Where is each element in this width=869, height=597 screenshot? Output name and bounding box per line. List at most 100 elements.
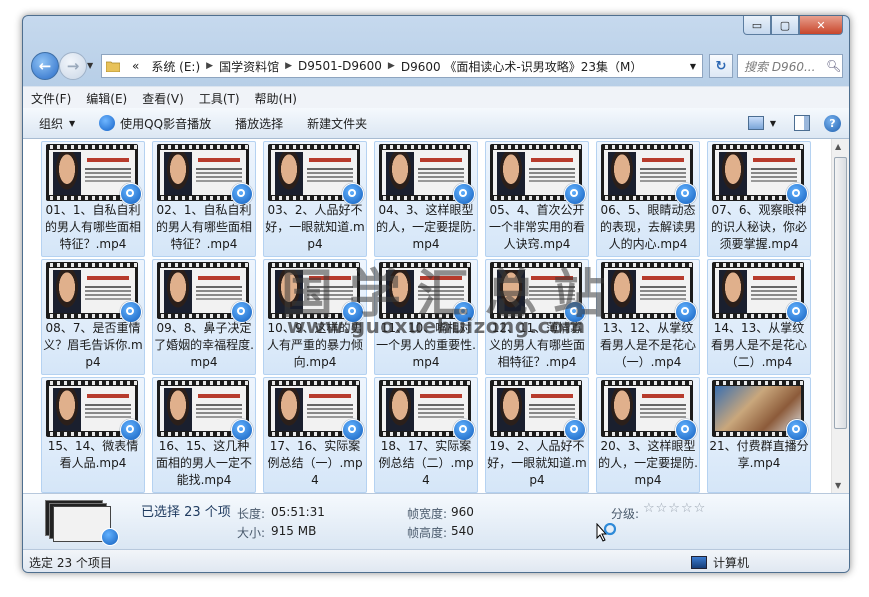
qq-player-icon [99,115,116,131]
frame-height-label: 帧高度: [407,526,448,540]
details-pane: 已选择 23 个项 长度: 05:51:31 大小: 915 MB 帧宽度: 9… [23,493,849,550]
chevron-down-icon: ▼ [69,118,76,128]
file-item[interactable]: 10、9、这样的男人有严重的暴力倾向.mp4 [263,259,367,375]
play-selection-button[interactable]: 播放选择 [219,115,291,132]
rating-stars[interactable]: ☆☆☆☆☆ [643,501,706,516]
frame-width-label: 帧宽度: [407,507,448,521]
file-name: 02、1、自私自利的男人有哪些面相特征？.mp4 [155,203,252,251]
forward-button[interactable]: → [59,52,87,80]
file-name: 12、11、薄情寡义的男人有哪些面相特征？.mp4 [488,321,585,369]
file-item[interactable]: 21、付费群直播分享.mp4 [707,377,811,493]
menu-tools[interactable]: 工具(T) [191,90,247,107]
address-bar[interactable]: « 系统 (E:) ▶ 国学资料馆 ▶ D9501-D9600 ▶ D9600 … [101,54,703,78]
frame-height-value: 540 [451,524,474,538]
breadcrumb-separator-icon[interactable]: ▶ [388,61,395,71]
scroll-up-icon[interactable]: ▲ [835,142,841,151]
file-name: 13、12、从掌纹看男人是不是花心（一）.mp4 [599,321,696,369]
file-name: 03、2、人品好不好，一眼就知道.mp4 [265,203,365,251]
file-item[interactable]: 18、17、实际案例总结（二）.mp4 [374,377,478,493]
file-item[interactable]: 16、15、这几种面相的男人一定不能找.mp4 [152,377,256,493]
help-icon[interactable]: ? [824,114,841,132]
breadcrumb-separator-icon[interactable]: ▶ [206,61,213,71]
menu-file[interactable]: 文件(F) [23,90,78,107]
status-bar: 选定 23 个项目 计算机 [23,549,849,572]
file-item[interactable]: 09、8、鼻子决定了婚姻的幸福程度.mp4 [152,259,256,375]
file-item[interactable]: 13、12、从掌纹看男人是不是花心（一）.mp4 [596,259,700,375]
file-item[interactable]: 07、6、观察眼神的识人秘诀，你必须要掌握.mp4 [707,141,811,257]
breadcrumb-folder-2[interactable]: D9501-D9600 [292,59,388,73]
file-name: 08、7、是否重情义？眉毛告诉你.mp4 [43,321,143,369]
file-item[interactable]: 05、4、首次公开一个非常实用的看人诀窍.mp4 [485,141,589,257]
breadcrumb-drive[interactable]: 系统 (E:) [145,58,206,75]
breadcrumb-folder-1[interactable]: 国学资料馆 [213,58,285,75]
file-name: 15、14、微表情看人品.mp4 [47,439,139,470]
breadcrumb-current-folder[interactable]: D9600 《面相读心术-识男攻略》23集（M） [395,58,649,75]
menu-help[interactable]: 帮助(H) [247,90,304,107]
minimize-button[interactable]: ▭ [743,16,771,35]
file-list-pane[interactable]: 01、1、自私自利的男人有哪些面相特征？.mp4 02、1、自私自利的男人有哪些面… [23,139,849,493]
back-button[interactable]: ← [31,52,59,80]
file-item[interactable]: 03、2、人品好不好，一眼就知道.mp4 [263,141,367,257]
length-label: 长度: [237,507,266,521]
file-item[interactable]: 12、11、薄情寡义的男人有哪些面相特征？.mp4 [485,259,589,375]
file-name: 04、3、这样眼型的人，一定要提防.mp4 [376,203,476,251]
file-item[interactable]: 15、14、微表情看人品.mp4 [41,377,145,493]
size-label: 大小: [237,526,266,540]
command-bar: 组织 ▼ 使用QQ影音播放 播放选择 新建文件夹 ▼ ? [23,108,849,139]
search-placeholder: 搜索 D960... [744,59,816,74]
file-name: 14、13、从掌纹看男人是不是花心（二）.mp4 [710,321,807,369]
file-item[interactable]: 19、2、人品好不好，一眼就知道.mp4 [485,377,589,493]
file-name: 19、2、人品好不好，一眼就知道.mp4 [487,439,587,487]
file-item[interactable]: 06、5、眼睛动态的表现，去解读男人的内心.mp4 [596,141,700,257]
qq-play-label: 使用QQ影音播放 [120,116,212,131]
file-name: 10、9、这样的男人有严重的暴力倾向.mp4 [266,321,363,369]
scrollbar-thumb[interactable] [834,157,847,429]
address-dropdown-icon[interactable]: ▼ [690,62,696,71]
status-selection-text: 选定 23 个项目 [29,556,112,570]
rating-label: 分级: [611,507,640,521]
preview-pane-icon[interactable] [794,115,810,131]
menu-edit[interactable]: 编辑(E) [78,90,134,107]
file-item[interactable]: 14、13、从掌纹看男人是不是花心（二）.mp4 [707,259,811,375]
computer-icon [691,556,707,569]
address-overflow-chevron[interactable]: « [126,59,145,73]
refresh-button[interactable]: ↻ [709,54,733,78]
menu-bar: 文件(F) 编辑(E) 查看(V) 工具(T) 帮助(H) [23,86,849,109]
explorer-window: ▭ ▢ ✕ ← → ▼ « 系统 (E:) ▶ 国学资料馆 ▶ D9501-D9… [22,15,850,573]
length-value: 05:51:31 [271,505,325,519]
file-item[interactable]: 17、16、实际案例总结（一）.mp4 [263,377,367,493]
file-item[interactable]: 08、7、是否重情义？眉毛告诉你.mp4 [41,259,145,375]
file-item[interactable]: 11、10、嘴相对一个男人的重要性.mp4 [374,259,478,375]
file-item[interactable]: 04、3、这样眼型的人，一定要提防.mp4 [374,141,478,257]
file-item[interactable]: 01、1、自私自利的男人有哪些面相特征？.mp4 [41,141,145,257]
vertical-scrollbar[interactable]: ▲ ▼ [831,139,849,493]
scroll-down-icon[interactable]: ▼ [835,481,841,490]
file-name: 09、8、鼻子决定了婚姻的幸福程度.mp4 [154,321,254,369]
breadcrumb-separator-icon[interactable]: ▶ [285,61,292,71]
view-options-chevron-icon[interactable]: ▼ [770,119,776,128]
recent-pages-dropdown-icon[interactable]: ▼ [87,61,93,70]
organize-button[interactable]: 组织 ▼ [23,115,83,132]
new-folder-button[interactable]: 新建文件夹 [291,115,375,132]
file-name: 11、10、嘴相对一个男人的重要性.mp4 [376,321,476,369]
qq-player-icon [101,528,119,546]
file-name: 20、3、这样眼型的人，一定要提防.mp4 [598,439,698,487]
file-item[interactable]: 02、1、自私自利的男人有哪些面相特征？.mp4 [152,141,256,257]
frame-width-value: 960 [451,505,474,519]
size-value: 915 MB [271,524,317,538]
search-icon: 🔍︎ [826,59,842,73]
organize-label: 组织 [39,116,64,131]
search-input[interactable]: 搜索 D960... 🔍︎ [737,54,843,78]
selected-count: 已选择 23 个项 [141,505,231,520]
file-name: 05、4、首次公开一个非常实用的看人诀窍.mp4 [488,203,585,251]
maximize-button[interactable]: ▢ [771,16,799,35]
file-name: 07、6、观察眼神的识人秘诀，你必须要掌握.mp4 [710,203,807,251]
close-button[interactable]: ✕ [799,16,843,35]
change-view-icon[interactable] [747,116,764,130]
menu-view[interactable]: 查看(V) [134,90,191,107]
qq-play-button[interactable]: 使用QQ影音播放 [83,115,219,132]
file-name: 21、付费群直播分享.mp4 [709,439,809,470]
busy-cursor-icon [596,523,616,542]
file-item[interactable]: 20、3、这样眼型的人，一定要提防.mp4 [596,377,700,493]
caption-buttons: ▭ ▢ ✕ [743,16,843,35]
